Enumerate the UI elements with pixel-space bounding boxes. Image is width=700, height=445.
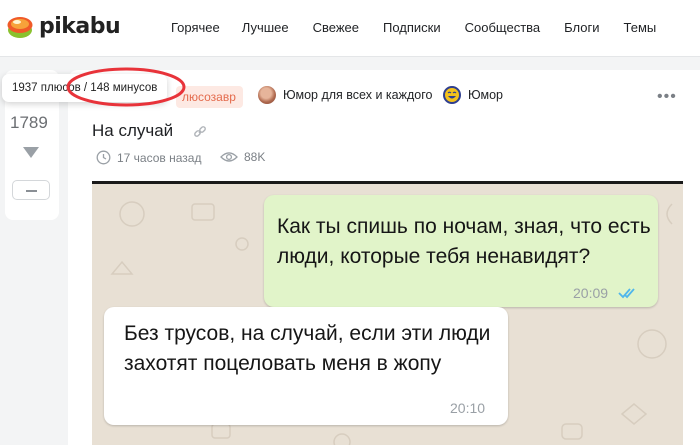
laughing-emoji-icon bbox=[443, 86, 461, 104]
clock-icon bbox=[96, 150, 111, 165]
post-time-text: 17 часов назад bbox=[117, 150, 202, 165]
eye-icon bbox=[220, 152, 238, 162]
outgoing-message-time: 20:09 bbox=[573, 285, 609, 301]
community-name: Юмор для всех и каждого bbox=[283, 88, 433, 102]
incoming-message: Без трусов, на случай, если эти люди зах… bbox=[104, 307, 508, 425]
link-icon[interactable] bbox=[193, 125, 207, 139]
post-views: 88K bbox=[220, 150, 265, 164]
nav-best[interactable]: Лучшее bbox=[242, 20, 289, 35]
community-humor-for-all[interactable]: Юмор для всех и каждого bbox=[258, 86, 432, 104]
hide-post-button[interactable] bbox=[12, 180, 50, 200]
pikabu-logo-icon bbox=[7, 17, 33, 38]
incoming-message-text: Без трусов, на случай, если эти люди зах… bbox=[124, 322, 491, 375]
nav-hot[interactable]: Горячее bbox=[171, 20, 220, 35]
top-bar: pikabu Горячее Лучшее Свежее Подписки Со… bbox=[0, 0, 700, 57]
author-tag[interactable]: люсозавр bbox=[176, 86, 243, 108]
incoming-message-time: 20:10 bbox=[450, 400, 486, 416]
nav-subscriptions[interactable]: Подписки bbox=[383, 20, 441, 35]
community-humor[interactable]: Юмор bbox=[443, 86, 503, 104]
pikabu-logo[interactable]: pikabu bbox=[6, 13, 121, 39]
logo-text: pikabu bbox=[39, 13, 121, 39]
post-title[interactable]: На случай bbox=[92, 121, 173, 141]
downvote-arrow-icon[interactable] bbox=[23, 147, 39, 158]
post-image-chat-screenshot[interactable]: Как ты спишь по ночам, зная, что есть лю… bbox=[92, 181, 683, 445]
nav-communities[interactable]: Сообщества bbox=[465, 20, 541, 35]
community-avatar-icon bbox=[258, 86, 276, 104]
vote-tooltip: 1937 плюсов / 148 минусов bbox=[2, 74, 168, 102]
main-nav: Горячее Лучшее Свежее Подписки Сообществ… bbox=[171, 20, 680, 35]
outgoing-message-text: Как ты спишь по ночам, зная, что есть лю… bbox=[277, 215, 651, 268]
nav-blogs[interactable]: Блоги bbox=[564, 20, 599, 35]
post-rating: 1789 bbox=[10, 113, 48, 132]
community-name: Юмор bbox=[468, 88, 503, 102]
read-ticks-icon bbox=[618, 288, 635, 299]
more-options-icon[interactable]: ••• bbox=[657, 88, 677, 106]
outgoing-message: Как ты спишь по ночам, зная, что есть лю… bbox=[264, 195, 658, 307]
nav-topics[interactable]: Темы bbox=[624, 20, 657, 35]
post-time: 17 часов назад bbox=[96, 150, 201, 165]
post-views-text: 88K bbox=[244, 150, 266, 164]
nav-fresh[interactable]: Свежее bbox=[313, 20, 359, 35]
